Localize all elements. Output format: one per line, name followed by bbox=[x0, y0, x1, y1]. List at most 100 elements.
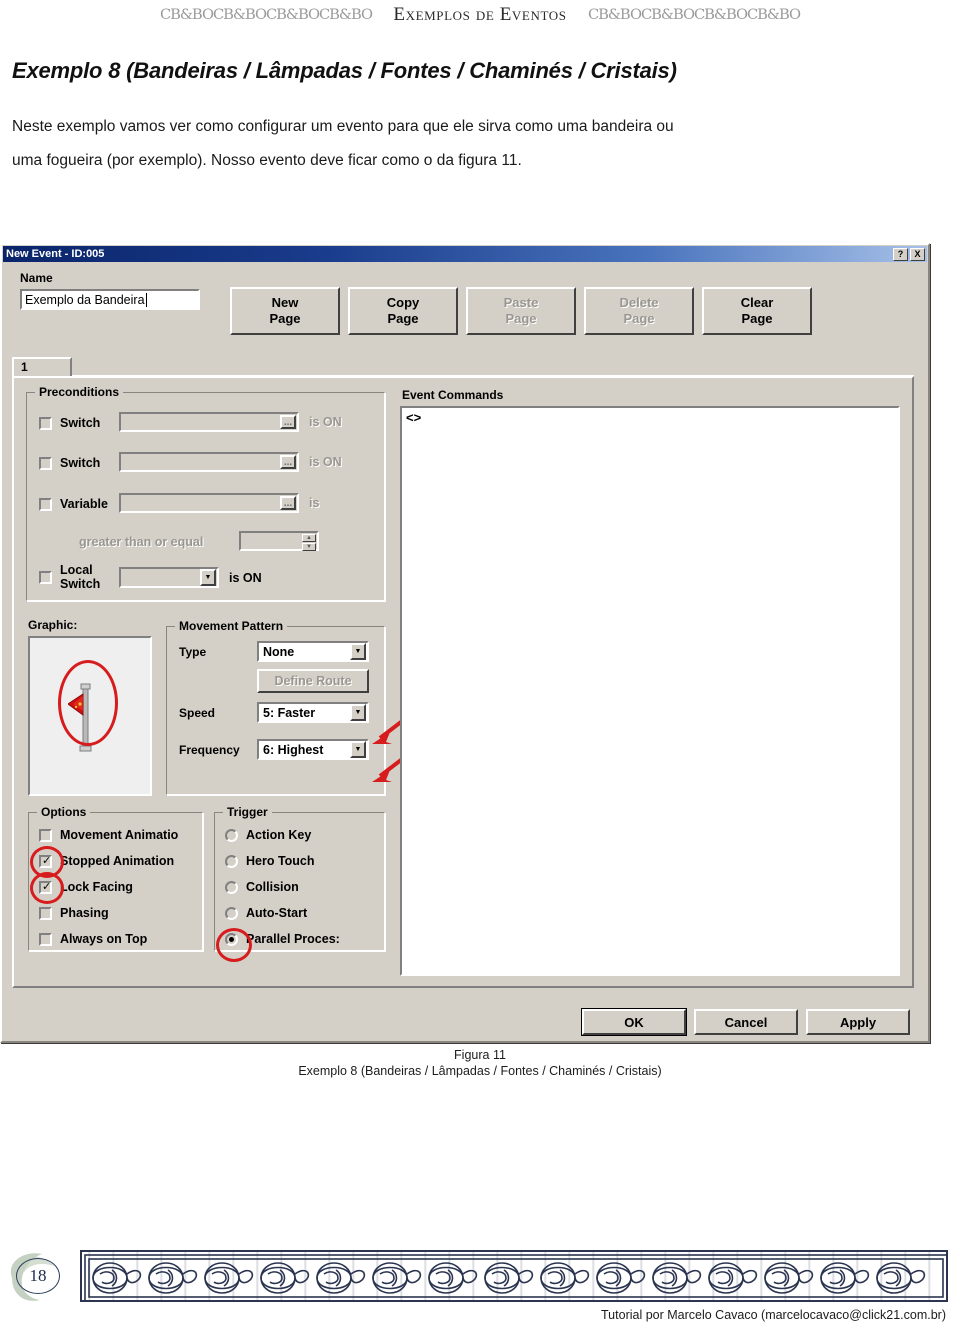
clear-page-label-2: Page bbox=[741, 311, 773, 326]
speed-combo[interactable]: 5: Faster ▼ bbox=[257, 702, 369, 723]
precondition-variable-checkbox[interactable] bbox=[39, 497, 52, 511]
apply-label: Apply bbox=[839, 1014, 877, 1030]
define-route-button: Define Route bbox=[257, 669, 369, 693]
precondition-variable-label: Variable bbox=[60, 497, 108, 511]
trigger-auto-start[interactable]: Auto-Start bbox=[225, 903, 340, 923]
ornament-right-icon: CB&BOCB&BOCB&BOCB&BO bbox=[587, 7, 801, 23]
chevron-down-icon[interactable]: ▼ bbox=[350, 643, 366, 660]
lock-facing-checkbox[interactable] bbox=[39, 880, 52, 894]
precondition-switch-1-suffix: is ON bbox=[309, 415, 342, 429]
page-title: Exemplo 8 (Bandeiras / Lâmpadas / Fontes… bbox=[12, 58, 677, 83]
new-page-button[interactable]: New Page bbox=[230, 287, 340, 335]
browse-switch-1-icon[interactable]: ... bbox=[280, 415, 296, 429]
precondition-switch-1-checkbox[interactable] bbox=[39, 416, 52, 430]
graphic-label: Graphic: bbox=[28, 618, 78, 632]
always-on-top-checkbox[interactable] bbox=[39, 932, 52, 946]
precondition-switch-2-checkbox[interactable] bbox=[39, 456, 52, 470]
close-icon[interactable]: X bbox=[910, 247, 925, 261]
new-page-label-1: New bbox=[271, 295, 299, 310]
movement-animation-label: Movement Animatio bbox=[60, 828, 179, 842]
delete-page-button: Delete Page bbox=[584, 287, 694, 335]
copy-page-label-2: Page bbox=[387, 311, 419, 326]
browse-variable-icon[interactable]: ... bbox=[280, 496, 296, 510]
trigger-collision[interactable]: Collision bbox=[225, 877, 340, 897]
trigger-action-key[interactable]: Action Key bbox=[225, 825, 340, 845]
frequency-combo[interactable]: 6: Highest ▼ bbox=[257, 739, 369, 760]
chevron-down-icon[interactable]: ▼ bbox=[350, 741, 366, 758]
ok-label: OK bbox=[624, 1014, 644, 1030]
option-phasing[interactable]: Phasing bbox=[39, 903, 178, 923]
footer-scrollwork-icon bbox=[84, 1254, 946, 1300]
comparison-value-stepper[interactable]: ▲ ▼ bbox=[239, 531, 319, 551]
ok-button[interactable]: OK bbox=[581, 1008, 687, 1036]
stepper-down-icon[interactable]: ▼ bbox=[302, 543, 316, 551]
clear-page-button[interactable]: Clear Page bbox=[702, 287, 812, 335]
option-movement-animation[interactable]: Movement Animatio bbox=[39, 825, 178, 845]
browse-switch-2-icon[interactable]: ... bbox=[280, 455, 296, 469]
new-page-label-2: Page bbox=[269, 311, 301, 326]
always-on-top-label: Always on Top bbox=[60, 932, 148, 946]
hero-touch-radio[interactable] bbox=[225, 854, 238, 868]
page-button-group: New Page Copy Page Paste Page Delete Pag… bbox=[230, 287, 812, 335]
help-icon[interactable]: ? bbox=[893, 247, 908, 261]
action-key-label: Action Key bbox=[246, 828, 312, 842]
trigger-hero-touch[interactable]: Hero Touch bbox=[225, 851, 340, 871]
clear-page-label-1: Clear bbox=[740, 295, 774, 310]
precondition-variable-field[interactable]: ... bbox=[119, 493, 299, 513]
phasing-checkbox[interactable] bbox=[39, 906, 52, 920]
event-commands-list[interactable]: <> bbox=[400, 406, 900, 976]
paste-page-button: Paste Page bbox=[466, 287, 576, 335]
figure-caption-line-2: Exemplo 8 (Bandeiras / Lâmpadas / Fontes… bbox=[298, 1064, 662, 1078]
movement-type-combo[interactable]: None ▼ bbox=[257, 641, 369, 662]
page-number: 18 bbox=[29, 1266, 47, 1285]
precondition-local-switch-checkbox[interactable] bbox=[39, 570, 52, 584]
footer-credit: Tutorial por Marcelo Cavaco (marcelocava… bbox=[601, 1308, 946, 1322]
text-caret bbox=[145, 292, 147, 307]
graphic-preview[interactable] bbox=[28, 636, 152, 796]
parallel-process-radio[interactable] bbox=[225, 932, 238, 946]
paste-page-label-2: Page bbox=[505, 311, 537, 326]
body-paragraph-line-1: Neste exemplo vamos ver como configurar … bbox=[12, 118, 674, 135]
precondition-variable-suffix: is bbox=[309, 496, 320, 510]
cancel-button[interactable]: Cancel bbox=[694, 1009, 798, 1035]
define-route-label: Define Route bbox=[274, 674, 352, 688]
precondition-switch-2-field[interactable]: ... bbox=[119, 452, 299, 472]
movement-animation-checkbox[interactable] bbox=[39, 828, 52, 842]
precondition-local-switch-label: Local Switch bbox=[60, 563, 101, 591]
cancel-label: Cancel bbox=[724, 1014, 768, 1030]
dialog-title: New Event - ID:005 bbox=[6, 248, 105, 260]
precondition-local-switch-suffix: is ON bbox=[229, 571, 262, 585]
event-command-line-1[interactable]: <> bbox=[406, 410, 894, 425]
option-stopped-animation[interactable]: Stopped Animation bbox=[39, 851, 178, 871]
options-group: Options Movement Animatio Stopped Animat… bbox=[28, 805, 204, 952]
movement-type-value: None bbox=[263, 644, 295, 659]
auto-start-radio[interactable] bbox=[225, 906, 238, 920]
precondition-switch-1-field[interactable]: ... bbox=[119, 412, 299, 432]
apply-button[interactable]: Apply bbox=[806, 1009, 910, 1035]
footer-ornament-band bbox=[80, 1250, 948, 1302]
stepper-up-icon[interactable]: ▲ bbox=[302, 534, 316, 542]
local-switch-combo[interactable]: ▼ bbox=[119, 567, 219, 588]
option-always-on-top[interactable]: Always on Top bbox=[39, 929, 178, 949]
name-label: Name bbox=[20, 271, 53, 285]
dialog-titlebar[interactable]: New Event - ID:005 ? X bbox=[3, 246, 927, 262]
chevron-down-icon[interactable]: ▼ bbox=[350, 704, 366, 721]
precondition-row-local-switch: Local Switch bbox=[39, 563, 116, 591]
action-key-radio[interactable] bbox=[225, 828, 238, 842]
copy-page-button[interactable]: Copy Page bbox=[348, 287, 458, 335]
comparison-operator-label: greater than or equal bbox=[79, 535, 204, 549]
preconditions-group: Preconditions Switch ... is ON Switch ..… bbox=[26, 385, 386, 602]
body-paragraph-line-2: uma fogueira (por exemplo). Nosso evento… bbox=[12, 152, 522, 169]
chevron-down-icon[interactable]: ▼ bbox=[200, 569, 216, 586]
name-input[interactable]: Exemplo da Bandeira bbox=[20, 289, 200, 310]
collision-radio[interactable] bbox=[225, 880, 238, 894]
frequency-label: Frequency bbox=[179, 743, 240, 757]
auto-start-label: Auto-Start bbox=[246, 906, 308, 920]
trigger-parallel-process[interactable]: Parallel Proces: bbox=[225, 929, 340, 949]
tab-page-1[interactable]: 1 bbox=[12, 357, 72, 377]
option-lock-facing[interactable]: Lock Facing bbox=[39, 877, 178, 897]
movement-pattern-title: Movement Pattern bbox=[175, 619, 288, 633]
stepper-arrows[interactable]: ▲ ▼ bbox=[302, 533, 317, 551]
stopped-animation-checkbox[interactable] bbox=[39, 854, 52, 868]
speed-value: 5: Faster bbox=[263, 705, 316, 720]
